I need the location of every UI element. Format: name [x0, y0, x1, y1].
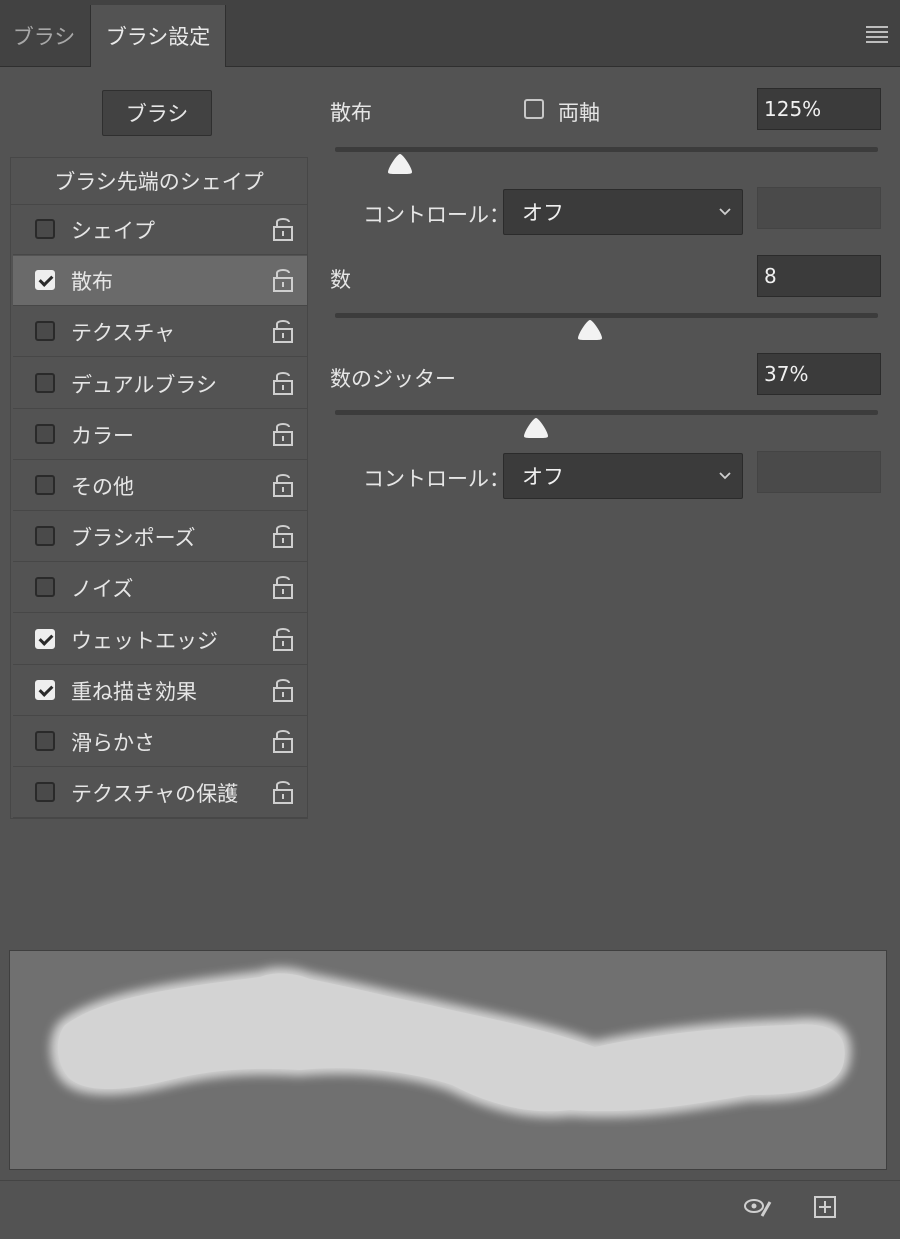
- chevron-down-icon: [719, 472, 731, 480]
- count-slider-thumb[interactable]: [577, 319, 603, 341]
- list-item[interactable]: テクスチャの保護: [13, 768, 307, 818]
- list-item-label: テクスチャ: [71, 321, 176, 345]
- list-item-label: 重ね描き効果: [71, 680, 197, 704]
- option-checkbox[interactable]: [35, 424, 55, 444]
- brush-settings-panel: ブラシ ブラシ設定 ブラシ ブラシ先端のシェイプ シェイプ 散布 テクスチャ デュアル…: [0, 0, 900, 1239]
- list-item[interactable]: ウェットエッジ: [13, 615, 307, 665]
- list-item-label: その他: [71, 475, 134, 499]
- list-item[interactable]: カラー: [13, 410, 307, 460]
- count-jitter-label: 数のジッター: [330, 367, 456, 391]
- list-item[interactable]: ノイズ: [13, 563, 307, 613]
- scatter-slider-track[interactable]: [335, 147, 878, 152]
- panel-menu-icon[interactable]: [866, 26, 888, 43]
- list-item-label: カラー: [71, 424, 134, 448]
- list-item-label: シェイプ: [71, 219, 155, 243]
- scatter-value-input[interactable]: 125%: [757, 88, 881, 130]
- option-checkbox[interactable]: [35, 373, 55, 393]
- count-value-input[interactable]: 8: [757, 255, 881, 297]
- list-item[interactable]: ブラシポーズ: [13, 512, 307, 562]
- option-checkbox[interactable]: [35, 680, 55, 700]
- tab-bar: ブラシ ブラシ設定: [0, 0, 900, 67]
- chevron-down-icon: [719, 208, 731, 216]
- count-jitter-slider-track[interactable]: [335, 410, 878, 415]
- list-item-label: ブラシポーズ: [71, 526, 196, 550]
- lock-icon[interactable]: [271, 676, 295, 704]
- lock-icon[interactable]: [271, 727, 295, 755]
- list-item[interactable]: 重ね描き効果: [13, 666, 307, 716]
- lock-icon[interactable]: [271, 625, 295, 653]
- count-jitter-slider-thumb[interactable]: [523, 417, 549, 439]
- lock-icon[interactable]: [271, 471, 295, 499]
- scatter-label: 散布: [330, 101, 372, 125]
- scatter-control-field: [757, 187, 881, 229]
- option-checkbox[interactable]: [35, 475, 55, 495]
- lock-icon[interactable]: [271, 369, 295, 397]
- brush-options-list: ブラシ先端のシェイプ シェイプ散布テクスチャデュアルブラシ カラーその他ブラシポー…: [10, 157, 308, 819]
- list-item[interactable]: 散布: [13, 256, 307, 306]
- tab-brush-settings[interactable]: ブラシ設定: [90, 5, 226, 67]
- scatter-slider-thumb[interactable]: [387, 153, 413, 175]
- list-item-label: テクスチャの保護: [71, 782, 239, 806]
- footer-divider: [0, 1180, 900, 1181]
- list-item-label: ウェットエッジ: [71, 629, 218, 653]
- list-item-label: デュアルブラシ: [71, 373, 217, 397]
- count-slider-track[interactable]: [335, 313, 878, 318]
- lock-icon[interactable]: [271, 317, 295, 345]
- brush-presets-button[interactable]: ブラシ: [102, 90, 212, 136]
- scatter-control-label: コントロール：: [363, 203, 510, 227]
- count-label: 数: [330, 268, 351, 292]
- option-checkbox[interactable]: [35, 629, 55, 649]
- both-axes-checkbox[interactable]: [524, 99, 544, 119]
- lock-icon[interactable]: [271, 266, 295, 294]
- list-item-label: 滑らかさ: [71, 731, 155, 755]
- list-item-label: ノイズ: [71, 577, 134, 601]
- scatter-control-value: オフ: [522, 201, 564, 225]
- option-checkbox[interactable]: [35, 321, 55, 341]
- list-item[interactable]: シェイプ: [13, 205, 307, 255]
- option-checkbox[interactable]: [35, 782, 55, 802]
- lock-icon[interactable]: [271, 573, 295, 601]
- list-item-label: 散布: [71, 270, 113, 294]
- lock-icon[interactable]: [271, 778, 295, 806]
- option-checkbox[interactable]: [35, 577, 55, 597]
- list-item[interactable]: その他: [13, 461, 307, 511]
- count-jitter-control-value: オフ: [522, 465, 564, 489]
- new-preset-icon[interactable]: [810, 1192, 840, 1222]
- brush-stroke-image: [50, 967, 851, 1118]
- count-jitter-control-field: [757, 451, 881, 493]
- option-checkbox[interactable]: [35, 219, 55, 239]
- option-checkbox[interactable]: [35, 270, 55, 290]
- list-item[interactable]: デュアルブラシ: [13, 359, 307, 409]
- lock-icon[interactable]: [271, 522, 295, 550]
- scatter-control-select[interactable]: オフ: [503, 189, 743, 235]
- lock-icon[interactable]: [271, 215, 295, 243]
- lock-icon[interactable]: [271, 420, 295, 448]
- list-item[interactable]: 滑らかさ: [13, 717, 307, 767]
- brush-tip-shape-item[interactable]: ブラシ先端のシェイプ: [11, 158, 307, 205]
- brush-stroke-preview: [9, 950, 887, 1170]
- option-checkbox[interactable]: [35, 526, 55, 546]
- count-jitter-control-label: コントロール：: [363, 467, 510, 491]
- eye-brush-icon[interactable]: [742, 1192, 772, 1222]
- tab-brush[interactable]: ブラシ: [0, 6, 88, 66]
- list-item[interactable]: テクスチャ: [13, 307, 307, 357]
- option-checkbox[interactable]: [35, 731, 55, 751]
- both-axes-label: 両軸: [558, 101, 600, 125]
- count-jitter-control-select[interactable]: オフ: [503, 453, 743, 499]
- count-jitter-value-input[interactable]: 37%: [757, 353, 881, 395]
